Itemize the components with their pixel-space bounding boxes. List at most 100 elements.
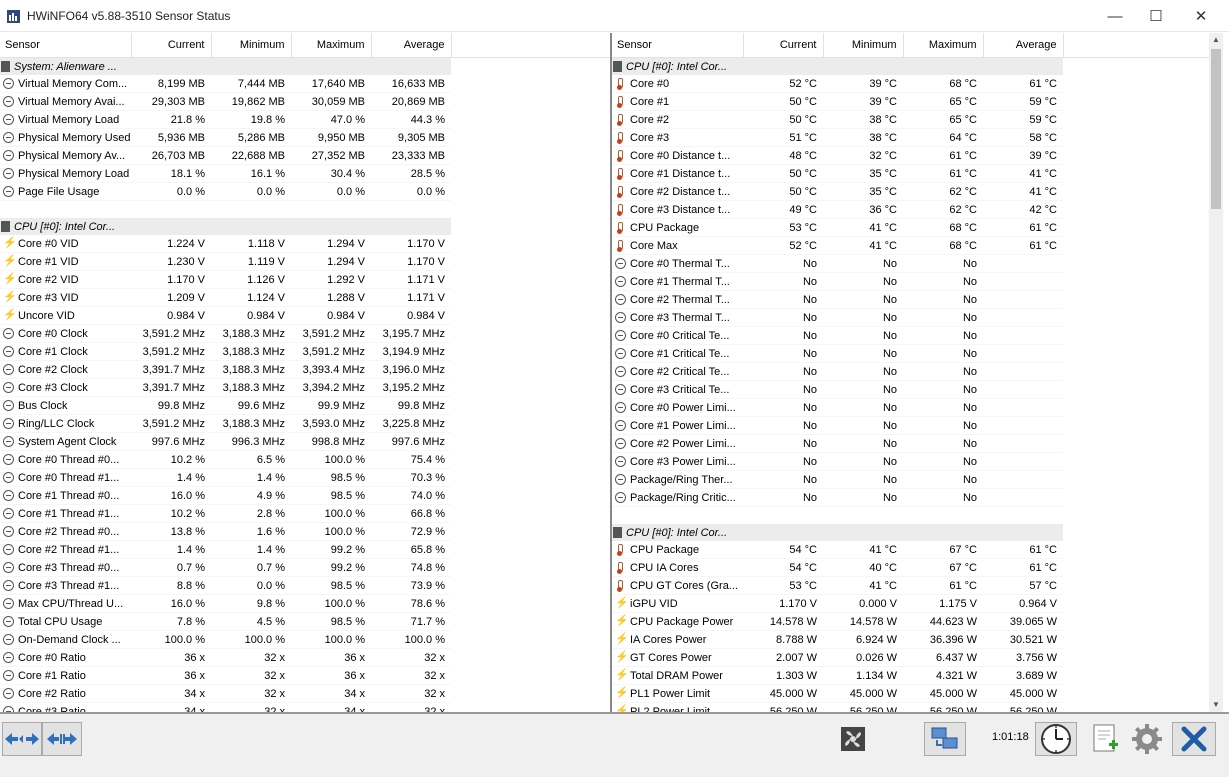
- sensor-row[interactable]: Core #2 Thread #1... 1.4 % 1.4 % 99.2 % 65.8…: [0, 540, 610, 559]
- sensor-row[interactable]: On-Demand Clock ... 100.0 % 100.0 % 100.0 %…: [0, 630, 610, 649]
- sensor-group-header[interactable]: System: Alienware ...: [0, 57, 610, 75]
- column-header-sensor[interactable]: Sensor: [612, 33, 744, 58]
- column-header-minimum[interactable]: Minimum: [211, 33, 292, 58]
- sensor-row[interactable]: Core #2 Clock 3,391.7 MHz 3,188.3 MHz 3,393…: [0, 360, 610, 379]
- sensor-row[interactable]: Core #0 Thread #0... 10.2 % 6.5 % 100.0 % 75…: [0, 450, 610, 469]
- sensor-row[interactable]: Virtual Memory Load 21.8 % 19.8 % 47.0 % 44.…: [0, 110, 610, 129]
- sensor-row[interactable]: Max CPU/Thread U... 16.0 % 9.8 % 100.0 % 78.…: [0, 594, 610, 613]
- sensor-row[interactable]: Physical Memory Av... 26,703 MB 22,688 MB 2…: [0, 146, 610, 165]
- settings-button[interactable]: [1127, 722, 1167, 756]
- sensor-row[interactable]: Ring/LLC Clock 3,591.2 MHz 3,188.3 MHz 3,59…: [0, 414, 610, 433]
- sensor-row[interactable]: Core #0 Distance t... 48 °C 32 °C 61 °C 39 °…: [612, 146, 1209, 165]
- sensor-row[interactable]: Core #2 Power Limi... No No No: [612, 434, 1209, 453]
- sensor-row[interactable]: Virtual Memory Avai... 29,303 MB 19,862 MB…: [0, 92, 610, 111]
- scroll-down-arrow-icon[interactable]: ▼: [1209, 698, 1223, 712]
- column-header-current[interactable]: Current: [131, 33, 212, 58]
- sensor-row[interactable]: Core #1 Clock 3,591.2 MHz 3,188.3 MHz 3,591…: [0, 342, 610, 361]
- sensor-row[interactable]: Core #2 Thread #0... 13.8 % 1.6 % 100.0 % 72…: [0, 522, 610, 541]
- sensor-row[interactable]: Core #0 Thermal T... No No No: [612, 254, 1209, 273]
- sensor-row[interactable]: Package/Ring Critic... No No No: [612, 488, 1209, 507]
- logging-button[interactable]: [1085, 722, 1125, 756]
- sensor-row[interactable]: PL1 Power Limit45.000 W45.000 W45.000 W4…: [612, 684, 1209, 703]
- sensor-row[interactable]: Core #0 Clock 3,591.2 MHz 3,188.3 MHz 3,591…: [0, 324, 610, 343]
- sensor-row[interactable]: Core #2 Thermal T... No No No: [612, 290, 1209, 309]
- sensor-row[interactable]: Core #1 Power Limi... No No No: [612, 416, 1209, 435]
- sensor-row[interactable]: CPU Package Power14.578 W14.578 W44.623 …: [612, 612, 1209, 631]
- sensor-row[interactable]: Total DRAM Power 1.303 W1.134 W4.321 W3.6…: [612, 666, 1209, 685]
- sensor-row[interactable]: IA Cores Power 8.788 W6.924 W36.396 W30.5…: [612, 630, 1209, 649]
- column-header-average[interactable]: Average: [371, 33, 452, 58]
- sensor-row[interactable]: Core #1 Thermal T... No No No: [612, 272, 1209, 291]
- sensor-row[interactable]: Core Max 52 °C 41 °C 68 °C 61 °C: [612, 236, 1209, 255]
- sensor-row[interactable]: Core #3 Clock 3,391.7 MHz 3,188.3 MHz 3,394…: [0, 378, 610, 397]
- sensor-row[interactable]: Core #0 Ratio 36 x 32 x 36 x 32 x: [0, 648, 610, 667]
- sensor-row[interactable]: Virtual Memory Com... 8,199 MB 7,444 MB 17,…: [0, 75, 610, 93]
- sensor-row[interactable]: Core #3 Thread #0... 0.7 % 0.7 % 99.2 % 74.8…: [0, 558, 610, 577]
- sensor-row[interactable]: Page File Usage 0.0 % 0.0 % 0.0 % 0.0 %: [0, 182, 610, 201]
- reset-timer-button[interactable]: [1035, 722, 1077, 756]
- network-sync-button[interactable]: [924, 722, 966, 756]
- sensor-row[interactable]: iGPU VID 1.170 V0.000 V1.175 V0.964 V: [612, 594, 1209, 613]
- column-header-minimum[interactable]: Minimum: [823, 33, 904, 58]
- sensor-row[interactable]: Core #2 Critical Te... No No No: [612, 362, 1209, 381]
- left-sensor-pane[interactable]: Sensor Current Minimum Maximum Average S…: [0, 33, 610, 712]
- sensor-row[interactable]: Bus Clock 99.8 MHz 99.6 MHz 99.9 MHz 99.8 MH…: [0, 396, 610, 415]
- sensor-row[interactable]: Core #0 52 °C 39 °C 68 °C 61 °C: [612, 75, 1209, 93]
- scrollbar-thumb[interactable]: [1211, 49, 1221, 209]
- sensor-row[interactable]: CPU GT Cores (Gra... 53 °C 41 °C 61 °C 57 °C: [612, 576, 1209, 595]
- sensor-row[interactable]: Core #1 50 °C 39 °C 65 °C 59 °C: [612, 92, 1209, 111]
- column-header-sensor[interactable]: Sensor: [0, 33, 132, 58]
- sensor-row[interactable]: Core #3 Power Limi... No No No: [612, 452, 1209, 471]
- sensor-row[interactable]: Core #3 Thread #1... 8.8 % 0.0 % 98.5 % 73.9…: [0, 576, 610, 595]
- right-sensor-pane[interactable]: Sensor Current Minimum Maximum Average C…: [612, 33, 1209, 712]
- compact-view-button[interactable]: [42, 722, 82, 756]
- sensor-row[interactable]: Core #3 Ratio 34 x 32 x 34 x 32 x: [0, 702, 610, 712]
- sensor-row[interactable]: Core #1 VID 1.230 V1.119 V1.294 V1.170 V: [0, 252, 610, 271]
- column-header-current[interactable]: Current: [743, 33, 824, 58]
- expand-collapse-button[interactable]: [2, 722, 42, 756]
- sensor-row[interactable]: CPU Package 54 °C 41 °C 67 °C 61 °C: [612, 541, 1209, 559]
- sensor-row[interactable]: System Agent Clock 997.6 MHz 996.3 MHz 998.…: [0, 432, 610, 451]
- sensor-row[interactable]: Physical Memory Used 5,936 MB 5,286 MB 9,95…: [0, 128, 610, 147]
- sensor-row[interactable]: Core #1 Distance t... 50 °C 35 °C 61 °C 41 °…: [612, 164, 1209, 183]
- sensor-row[interactable]: Core #2 50 °C 38 °C 65 °C 59 °C: [612, 110, 1209, 129]
- vertical-scrollbar[interactable]: ▲ ▼: [1209, 33, 1223, 712]
- sensor-group-header[interactable]: CPU [#0]: Intel Cor...: [0, 218, 610, 235]
- column-header-maximum[interactable]: Maximum: [291, 33, 372, 58]
- sensor-row[interactable]: CPU IA Cores 54 °C 40 °C 67 °C 61 °C: [612, 558, 1209, 577]
- sensor-row[interactable]: Core #3 Critical Te... No No No: [612, 380, 1209, 399]
- fan-control-button[interactable]: [838, 722, 868, 756]
- sensor-row[interactable]: Total CPU Usage 7.8 % 4.5 % 98.5 % 71.7 %: [0, 612, 610, 631]
- sensor-row[interactable]: Core #3 VID 1.209 V1.124 V1.288 V1.171 V: [0, 288, 610, 307]
- sensor-row[interactable]: Core #1 Critical Te... No No No: [612, 344, 1209, 363]
- sensor-row[interactable]: Uncore VID0.984 V0.984 V0.984 V0.984 V: [0, 306, 610, 325]
- sensor-row[interactable]: Core #0 VID 1.224 V1.118 V1.294 V1.170 V: [0, 235, 610, 253]
- sensor-row[interactable]: GT Cores Power 2.007 W0.026 W6.437 W3.756…: [612, 648, 1209, 667]
- sensor-row[interactable]: Core #1 Thread #1... 10.2 % 2.8 % 100.0 % 66…: [0, 504, 610, 523]
- sensor-row[interactable]: Core #0 Power Limi... No No No: [612, 398, 1209, 417]
- column-header-average[interactable]: Average: [983, 33, 1064, 58]
- close-window-button[interactable]: ✕: [1178, 0, 1224, 32]
- sensor-group-header[interactable]: CPU [#0]: Intel Cor...: [612, 524, 1209, 541]
- sensor-row[interactable]: Core #0 Critical Te... No No No: [612, 326, 1209, 345]
- sensor-row[interactable]: Core #3 Distance t... 49 °C 36 °C 62 °C 42 °…: [612, 200, 1209, 219]
- row-filler: [1063, 272, 1209, 291]
- sensor-row[interactable]: Core #2 Ratio 34 x 32 x 34 x 32 x: [0, 684, 610, 703]
- sensor-row[interactable]: Core #2 Distance t... 50 °C 35 °C 62 °C 41 °…: [612, 182, 1209, 201]
- sensor-row[interactable]: Package/Ring Ther... No No No: [612, 470, 1209, 489]
- exit-button[interactable]: [1172, 722, 1216, 756]
- sensor-group-header[interactable]: CPU [#0]: Intel Cor...: [612, 57, 1209, 75]
- minimize-button[interactable]: —: [1092, 0, 1138, 32]
- sensor-row[interactable]: Core #2 VID 1.170 V1.126 V1.292 V1.171 V: [0, 270, 610, 289]
- maximize-button[interactable]: ☐: [1133, 0, 1179, 32]
- scroll-up-arrow-icon[interactable]: ▲: [1209, 33, 1223, 47]
- sensor-row[interactable]: Core #0 Thread #1... 1.4 % 1.4 % 98.5 % 70.3…: [0, 468, 610, 487]
- sensor-row[interactable]: Core #1 Ratio 36 x 32 x 36 x 32 x: [0, 666, 610, 685]
- sensor-row[interactable]: Physical Memory Load 18.1 % 16.1 % 30.4 % 28…: [0, 164, 610, 183]
- sensor-row[interactable]: CPU Package 53 °C 41 °C 68 °C 61 °C: [612, 218, 1209, 237]
- sensor-row[interactable]: Core #1 Thread #0... 16.0 % 4.9 % 98.5 % 74.…: [0, 486, 610, 505]
- sensor-row[interactable]: Core #3 51 °C 38 °C 64 °C 58 °C: [612, 128, 1209, 147]
- sensor-row[interactable]: Core #3 Thermal T... No No No: [612, 308, 1209, 327]
- sensor-row[interactable]: PL2 Power Limit56.250 W56.250 W56.250 W5…: [612, 702, 1209, 712]
- column-header-maximum[interactable]: Maximum: [903, 33, 984, 58]
